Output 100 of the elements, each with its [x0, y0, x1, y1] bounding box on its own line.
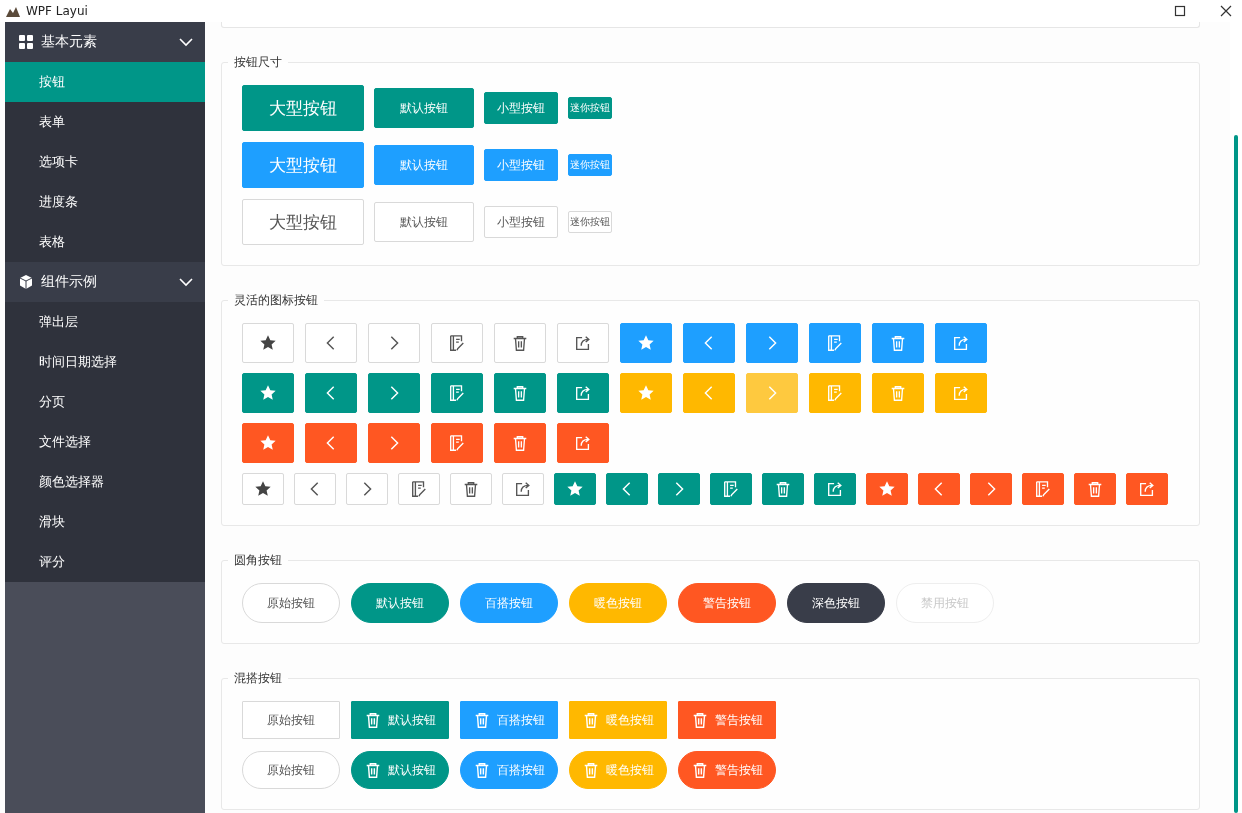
button[interactable]: 警告按钮 [678, 751, 776, 789]
previous-button[interactable] [606, 473, 648, 505]
trash-icon [511, 434, 529, 452]
star-icon [259, 334, 277, 352]
trash-icon [364, 761, 382, 779]
trash-icon [364, 711, 382, 729]
star-icon [254, 480, 272, 498]
share-icon [826, 480, 844, 498]
button[interactable]: 默认按钮 [351, 583, 449, 623]
button[interactable]: 默认按钮 [351, 701, 449, 739]
window-title: WPF Layui [26, 4, 88, 18]
button[interactable]: 默认按钮 [374, 88, 474, 128]
edit-button[interactable] [431, 373, 483, 413]
grid-icon [19, 35, 33, 49]
section-title: 按钮尺寸 [233, 54, 283, 71]
delete-button[interactable] [494, 423, 546, 463]
share-icon [952, 384, 970, 402]
button[interactable]: 迷你按钮 [568, 211, 612, 233]
button[interactable]: 大型按钮 [242, 199, 364, 245]
trash-icon [691, 711, 709, 729]
section-title: 混搭按钮 [233, 670, 283, 687]
star-button[interactable] [620, 323, 672, 363]
star-icon [637, 334, 655, 352]
share-icon [514, 480, 532, 498]
share-button[interactable] [814, 473, 856, 505]
note-icon [448, 434, 466, 452]
button[interactable]: 原始按钮 [242, 583, 340, 623]
share-button[interactable] [557, 423, 609, 463]
star-button[interactable] [866, 473, 908, 505]
button[interactable]: 小型按钮 [484, 149, 558, 181]
button[interactable]: 百搭按钮 [460, 583, 558, 623]
note-icon [448, 384, 466, 402]
trash-icon [582, 761, 600, 779]
star-button[interactable] [620, 373, 672, 413]
trash-icon [774, 480, 792, 498]
button[interactable]: 警告按钮 [678, 701, 776, 739]
menu-item[interactable]: 按钮 [5, 62, 205, 102]
star-button[interactable] [242, 423, 294, 463]
button[interactable]: 迷你按钮 [568, 97, 612, 119]
button[interactable]: 小型按钮 [484, 92, 558, 124]
button[interactable]: 原始按钮 [242, 751, 340, 789]
section-title: 灵活的图标按钮 [233, 292, 319, 309]
note-icon [448, 334, 466, 352]
note-icon [410, 480, 428, 498]
button[interactable]: 默认按钮 [374, 202, 474, 242]
note-icon [826, 384, 844, 402]
app-icon [6, 5, 20, 17]
star-button[interactable] [242, 373, 294, 413]
close-button[interactable] [1220, 5, 1232, 17]
button[interactable]: 小型按钮 [484, 206, 558, 238]
button[interactable]: 百搭按钮 [460, 751, 558, 789]
star-icon [259, 434, 277, 452]
trash-icon [582, 711, 600, 729]
menu-group-header[interactable]: 组件示例 [5, 262, 205, 302]
button[interactable]: 百搭按钮 [460, 701, 558, 739]
scrollbar-thumb[interactable] [1234, 135, 1238, 813]
share-button[interactable] [557, 373, 609, 413]
share-icon [1138, 480, 1156, 498]
section-title: 圆角按钮 [233, 552, 283, 569]
trash-icon [511, 384, 529, 402]
next-button[interactable] [970, 473, 1012, 505]
share-icon [952, 334, 970, 352]
trash-icon [473, 761, 491, 779]
note-icon [1034, 480, 1052, 498]
button[interactable]: 默认按钮 [351, 751, 449, 789]
trash-icon [889, 334, 907, 352]
trash-icon [462, 480, 480, 498]
share-icon [574, 434, 592, 452]
next-button[interactable] [658, 473, 700, 505]
star-button[interactable] [554, 473, 596, 505]
button[interactable]: 迷你按钮 [568, 154, 612, 176]
trash-icon [1086, 480, 1104, 498]
cube-icon [19, 275, 33, 289]
star-icon [259, 384, 277, 402]
delete-button[interactable] [762, 473, 804, 505]
share-button[interactable] [1126, 473, 1168, 505]
button[interactable]: 深色按钮 [787, 583, 885, 623]
menu-group-header[interactable]: 基本元素 [5, 22, 205, 62]
trash-icon [511, 334, 529, 352]
button[interactable]: 大型按钮 [242, 142, 364, 188]
button[interactable]: 默认按钮 [374, 145, 474, 185]
edit-button[interactable] [710, 473, 752, 505]
share-icon [574, 384, 592, 402]
button[interactable]: 大型按钮 [242, 85, 364, 131]
maximize-button[interactable] [1174, 5, 1186, 17]
star-icon [878, 480, 896, 498]
button[interactable]: 警告按钮 [678, 583, 776, 623]
previous-button[interactable] [918, 473, 960, 505]
trash-icon [473, 711, 491, 729]
share-icon [574, 334, 592, 352]
edit-button[interactable] [1022, 473, 1064, 505]
trash-icon [889, 384, 907, 402]
star-icon [566, 480, 584, 498]
note-icon [722, 480, 740, 498]
trash-icon [691, 761, 709, 779]
delete-button[interactable] [494, 373, 546, 413]
edit-button[interactable] [431, 423, 483, 463]
button[interactable]: 原始按钮 [242, 701, 340, 739]
star-icon [637, 384, 655, 402]
delete-button[interactable] [1074, 473, 1116, 505]
